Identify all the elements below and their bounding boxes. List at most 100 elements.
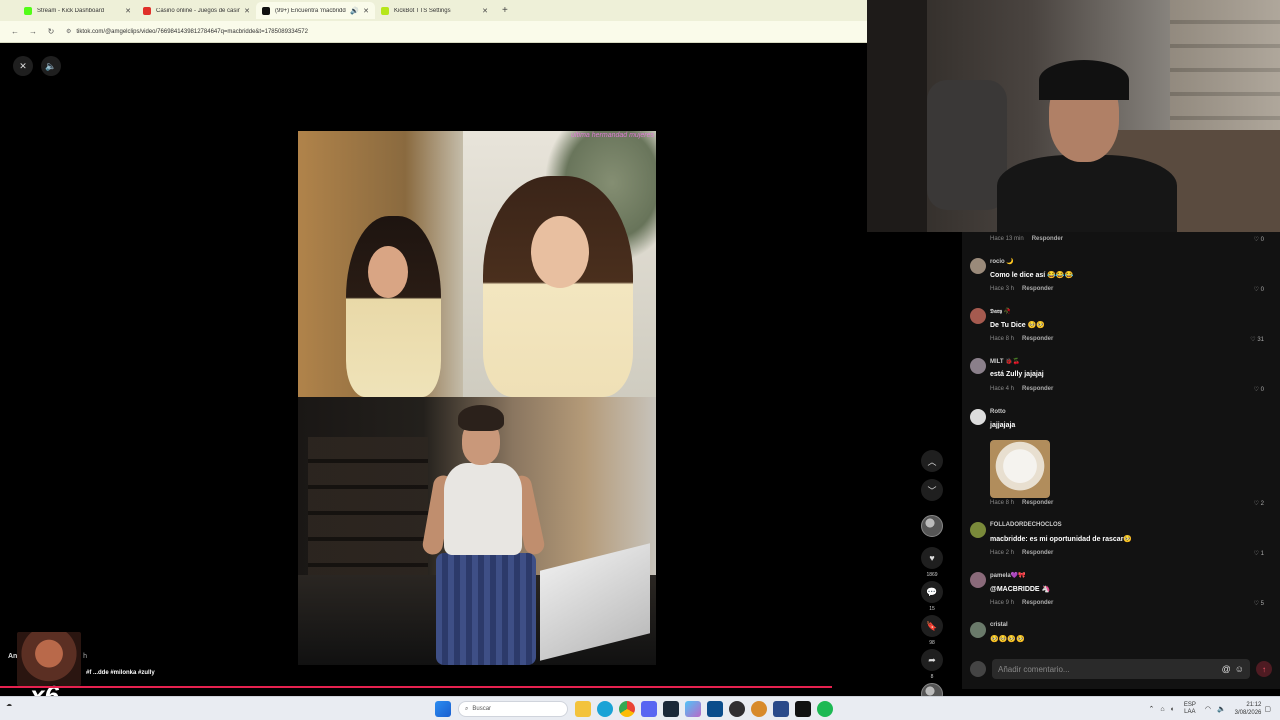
file-explorer-icon[interactable] [575, 701, 591, 717]
obs-icon[interactable] [729, 701, 745, 717]
comment-like-button[interactable]: ♡ 0 [1254, 386, 1264, 393]
mention-icon[interactable]: @ [1222, 664, 1231, 674]
save-count: 98 [929, 640, 935, 646]
creator-avatar[interactable] [921, 515, 943, 537]
avatar[interactable] [970, 308, 986, 324]
url-field[interactable]: ⚙ tiktok.com/@amgelclips/video/766984143… [66, 28, 308, 36]
emoji-icon[interactable]: ☺ [1235, 664, 1244, 674]
reply-button[interactable]: Responder [1032, 236, 1063, 242]
comment-username[interactable]: pamela💜🎀 [990, 572, 1026, 579]
comment-text: Como le dice así 😂😂😂 [990, 272, 1074, 279]
browser-tab[interactable]: Stream - Kick Dashboard ✕ [18, 2, 137, 19]
chevron-down-icon[interactable]: ﹀ [921, 479, 943, 501]
reply-button[interactable]: Responder [1022, 550, 1053, 556]
browser-tab[interactable]: Casino online - Juegos de casino ✕ [137, 2, 256, 19]
windows-taskbar: ☁ ⌕ Buscar ⌃ ⌂ ◐ ESP LAA ◠ 🔈 21:12 3/08/202… [0, 696, 1280, 720]
avatar[interactable] [970, 258, 986, 274]
reply-button[interactable]: Responder [1022, 386, 1053, 392]
comment-like-button[interactable]: ♡ 31 [1250, 336, 1264, 343]
webcam-feed [867, 0, 1280, 232]
avatar[interactable] [970, 409, 986, 425]
chrome-icon[interactable] [619, 701, 635, 717]
back-arrow-icon[interactable]: ← [6, 27, 24, 36]
taskbar-apps: ⌕ Buscar [432, 699, 836, 719]
comment-list[interactable]: Hace 13 min Responder ♡ 0 rocio 🌙 Como le… [962, 232, 1280, 652]
close-icon[interactable]: ✕ [13, 56, 33, 76]
app-tray-icon[interactable]: ◐ [1171, 706, 1175, 713]
search-icon: ⌕ [465, 705, 469, 712]
edge-icon[interactable] [597, 701, 613, 717]
chevron-up-icon[interactable]: ︿ [921, 450, 943, 472]
language-indicator[interactable]: ESP LAA [1184, 702, 1196, 716]
send-icon[interactable]: ↑ [1256, 661, 1272, 677]
volume-icon[interactable]: 🔈 [41, 56, 61, 76]
tab-close-icon[interactable]: ✕ [363, 7, 369, 15]
person-right [483, 176, 633, 397]
reply-button[interactable]: Responder [1022, 286, 1053, 292]
calculator-icon[interactable] [707, 701, 723, 717]
forward-arrow-icon[interactable]: → [24, 27, 42, 36]
reply-button[interactable]: Responder [1022, 336, 1053, 342]
discord-icon[interactable] [641, 701, 657, 717]
comment-username[interactable]: rocio 🌙 [990, 258, 1014, 265]
comment-like-button[interactable]: ♡ 1 [1254, 550, 1264, 557]
tab-title: KickBot TTS Settings [394, 7, 451, 14]
avatar[interactable] [970, 572, 986, 588]
site-info-icon[interactable]: ⚙ [66, 28, 71, 35]
windows-start-icon[interactable] [435, 701, 451, 717]
video-frame-top: ultima hermandad mujeres [298, 131, 656, 397]
tab-close-icon[interactable]: ✕ [125, 7, 131, 15]
share-icon[interactable]: ➦ [921, 649, 943, 671]
app-icon[interactable] [773, 701, 789, 717]
weather-widget[interactable]: ☁ [6, 701, 12, 708]
browser-tab-active[interactable]: (99+) Encuentra 'macbridde 🔊 ✕ [256, 2, 375, 19]
comment-username[interactable]: Rotto [990, 409, 1006, 415]
tab-close-icon[interactable]: ✕ [482, 7, 488, 15]
screen: Stream - Kick Dashboard ✕ Casino online … [0, 0, 1280, 720]
avatar[interactable] [970, 522, 986, 538]
comment-text: jajjajaja [990, 422, 1016, 429]
avatar[interactable] [970, 358, 986, 374]
steam-icon[interactable] [663, 701, 679, 717]
new-tab-icon[interactable]: + [502, 5, 508, 16]
comment-like-button[interactable]: ♡ 0 [1254, 236, 1264, 243]
comment-username[interactable]: MILT 🐞🍒 [990, 358, 1020, 365]
comment-icon[interactable]: 💬 [921, 581, 943, 603]
taskbar-clock[interactable]: 21:12 3/08/2026 [1235, 701, 1262, 717]
spotify-icon[interactable] [817, 701, 833, 717]
tab-title: (99+) Encuentra 'macbridde [275, 7, 347, 14]
app-icon[interactable] [751, 701, 767, 717]
speaker-icon[interactable]: 🔊 [350, 7, 359, 15]
comments-panel: Hace 13 min Responder ♡ 0 rocio 🌙 Como le… [962, 232, 1280, 689]
video-hashtags[interactable]: #f ...dde #milonka #zully [86, 670, 155, 676]
avatar[interactable] [970, 622, 986, 638]
reload-icon[interactable]: ↻ [42, 27, 60, 36]
comment-username[interactable]: cristal [990, 622, 1008, 628]
heart-icon[interactable]: ♥ [921, 547, 943, 569]
reply-button[interactable]: Responder [1022, 500, 1053, 506]
comment-like-button[interactable]: ♡ 2 [1254, 500, 1264, 507]
browser-tab[interactable]: KickBot TTS Settings ✕ [375, 2, 494, 19]
chevron-up-icon[interactable]: ⌃ [1148, 705, 1154, 713]
comment-input[interactable]: Añadir comentario... @ ☺ [992, 659, 1250, 679]
comment-text: @MACBRIDDE 🦄 [990, 586, 1051, 593]
bookmark-icon[interactable]: 🔖 [921, 615, 943, 637]
tab-close-icon[interactable]: ✕ [244, 7, 250, 15]
video-player[interactable]: ultima hermandad mujeres [298, 131, 656, 665]
copilot-icon[interactable] [685, 701, 701, 717]
video-progress-bar[interactable] [0, 686, 832, 688]
notification-icon[interactable]: ▢ [1264, 705, 1271, 713]
comment-username[interactable]: FOLLADORDECHOCLOS [990, 522, 1062, 528]
wifi-icon[interactable]: ◠ [1205, 705, 1211, 713]
background-shelf [308, 437, 428, 587]
comment-username[interactable]: 𝕯𝖆𝖗𝖞 🥀 [990, 308, 1011, 316]
comment-like-button[interactable]: ♡ 5 [1254, 600, 1264, 607]
network-icon[interactable]: ⌂ [1160, 706, 1164, 713]
comment-like-button[interactable]: ♡ 0 [1254, 286, 1264, 293]
taskbar-search[interactable]: ⌕ Buscar [458, 701, 568, 717]
speaker-icon[interactable]: 🔈 [1217, 705, 1226, 713]
streamer [987, 60, 1187, 232]
tiktok-icon[interactable] [795, 701, 811, 717]
reply-button[interactable]: Responder [1022, 600, 1053, 606]
person-seated [421, 405, 547, 665]
